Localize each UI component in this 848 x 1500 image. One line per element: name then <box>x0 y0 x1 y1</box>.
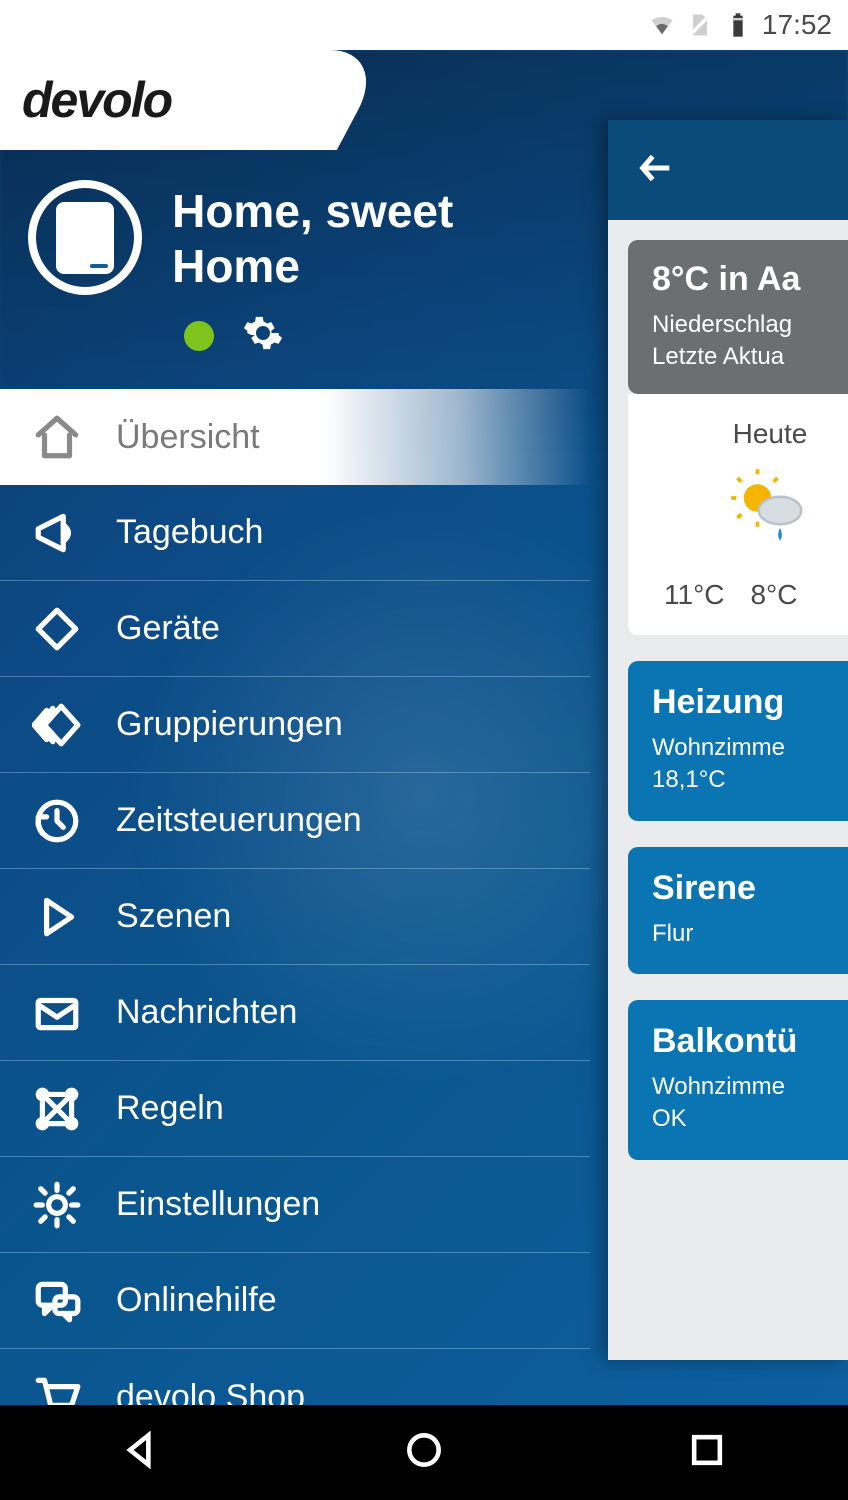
clock-time: 17:52 <box>762 9 832 41</box>
nav-label: Nachrichten <box>116 993 297 1032</box>
diamond-icon <box>28 604 86 654</box>
nav-item-schedules[interactable]: Zeitsteuerungen <box>0 773 590 869</box>
tile-title: Sirene <box>652 869 842 908</box>
nav-label: Onlinehilfe <box>116 1281 277 1320</box>
tile-title: Balkontü <box>652 1022 842 1061</box>
peek-toolbar <box>608 120 848 220</box>
tile-room: Wohnzimme <box>652 732 842 764</box>
back-arrow-icon[interactable] <box>636 148 676 193</box>
nav-label: Szenen <box>116 897 231 936</box>
android-home-button[interactable] <box>402 1428 446 1477</box>
tile-value: OK <box>652 1103 842 1135</box>
weather-temp-location: 8°C in Aa <box>652 260 842 299</box>
home-icon <box>28 412 86 462</box>
android-nav-bar <box>0 1405 848 1500</box>
nav-item-scenes[interactable]: Szenen <box>0 869 590 965</box>
nav-item-messages[interactable]: Nachrichten <box>0 965 590 1061</box>
wifi-icon <box>648 11 676 39</box>
nav-label: Gruppierungen <box>116 705 343 744</box>
nav-item-overview[interactable]: Übersicht <box>0 389 590 485</box>
tile-siren[interactable]: Sirene Flur <box>628 847 848 974</box>
nav-item-devices[interactable]: Geräte <box>0 581 590 677</box>
nav-item-groups[interactable]: Gruppierungen <box>0 677 590 773</box>
content-peek-panel: 8°C in Aa Niederschlag Letzte Aktua Heut… <box>608 120 848 1360</box>
forecast-high: 11°C <box>664 579 724 611</box>
forecast-day-label: Heute <box>628 418 842 450</box>
play-icon <box>28 892 86 942</box>
stacked-diamonds-icon <box>28 700 86 750</box>
brand-logo-tab: devolo <box>0 50 320 150</box>
forecast-temps: 11°C 8°C <box>628 579 842 611</box>
nav-label: Einstellungen <box>116 1185 320 1224</box>
network-graph-icon <box>28 1084 86 1134</box>
nav-label: devolo Shop <box>116 1378 305 1405</box>
android-recents-button[interactable] <box>685 1428 729 1477</box>
navigation-drawer: Home, sweet Home Übersicht <box>0 50 590 1405</box>
settings-gear-icon[interactable] <box>242 312 284 359</box>
no-sim-icon <box>686 11 714 39</box>
tile-room: Flur <box>652 918 842 950</box>
brand-logo: devolo <box>22 71 171 129</box>
nav-item-rules[interactable]: Regeln <box>0 1061 590 1157</box>
weather-line1: Niederschlag <box>652 309 842 341</box>
battery-icon <box>724 11 752 39</box>
nav-item-shop[interactable]: devolo Shop <box>0 1349 590 1405</box>
nav-label: Regeln <box>116 1089 224 1128</box>
nav-label: Geräte <box>116 609 220 648</box>
nav-label: Zeitsteuerungen <box>116 801 362 840</box>
nav-list: Übersicht Tagebuch Geräte Gruppierungen <box>0 389 590 1405</box>
weather-partly-sunny-rain-icon <box>628 468 842 553</box>
forecast-low: 8°C <box>750 579 797 611</box>
nav-item-help[interactable]: Onlinehilfe <box>0 1253 590 1349</box>
forecast-card[interactable]: Heute 11°C 8°C <box>628 394 848 635</box>
clock-history-icon <box>28 796 86 846</box>
tile-room: Wohnzimme <box>652 1071 842 1103</box>
tile-balcony[interactable]: Balkontü Wohnzimme OK <box>628 1000 848 1160</box>
gear-icon <box>28 1180 86 1230</box>
app-viewport: devolo Home, sweet Home <box>0 50 848 1405</box>
nav-label: Tagebuch <box>116 513 263 552</box>
weather-summary-card[interactable]: 8°C in Aa Niederschlag Letzte Aktua <box>628 240 848 394</box>
cart-icon <box>28 1372 86 1405</box>
weather-line2: Letzte Aktua <box>652 341 842 373</box>
nav-item-diary[interactable]: Tagebuch <box>0 485 590 581</box>
home-device-icon[interactable] <box>28 180 142 295</box>
android-status-bar: 17:52 <box>0 0 848 50</box>
android-back-button[interactable] <box>119 1428 163 1477</box>
tile-title: Heizung <box>652 683 842 722</box>
nav-item-settings[interactable]: Einstellungen <box>0 1157 590 1253</box>
tile-heating[interactable]: Heizung Wohnzimme 18,1°C <box>628 661 848 821</box>
nav-label: Übersicht <box>116 418 260 457</box>
chat-help-icon <box>28 1276 86 1326</box>
envelope-icon <box>28 988 86 1038</box>
megaphone-icon <box>28 508 86 558</box>
home-title: Home, sweet Home <box>172 184 590 294</box>
tile-value: 18,1°C <box>652 764 842 796</box>
online-status-indicator <box>184 321 214 351</box>
